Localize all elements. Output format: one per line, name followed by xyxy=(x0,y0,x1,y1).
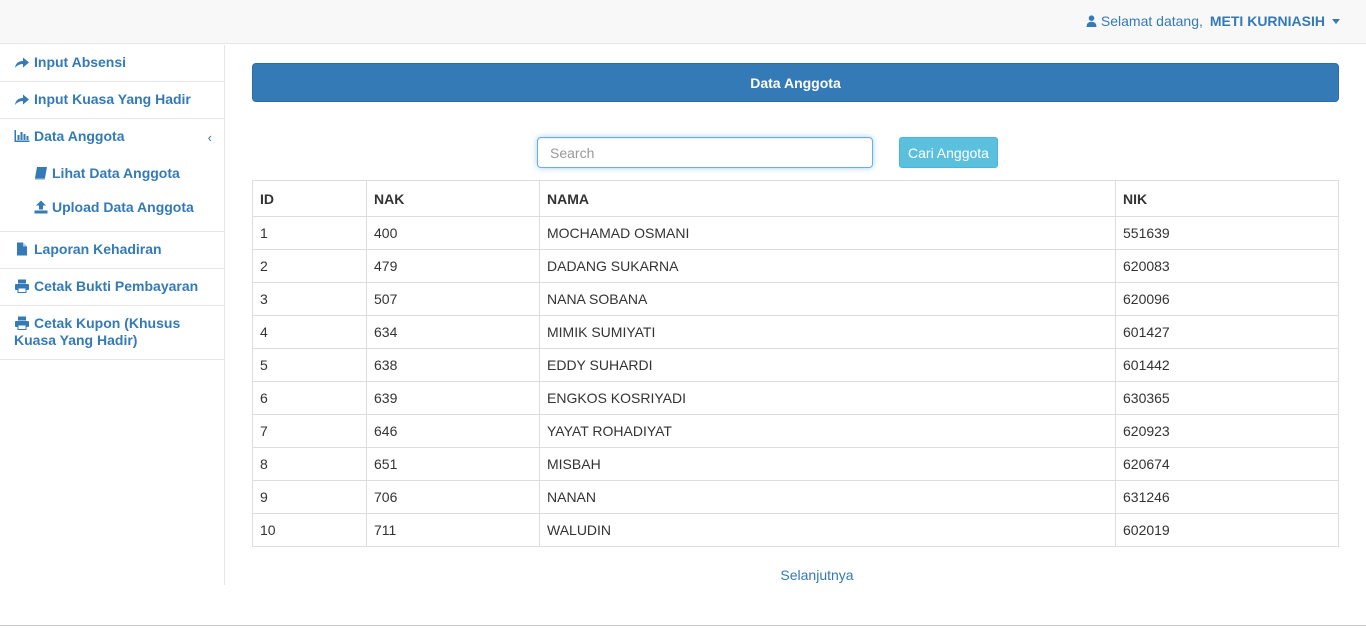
cell-nama: DADANG SUKARNA xyxy=(539,249,1116,283)
table-row: 1 400 MOCHAMAD OSMANI 551639 xyxy=(252,216,1339,250)
sidebar: Input Absensi Input Kuasa Yang Hadir Dat… xyxy=(0,45,225,585)
username: METI KURNIASIH xyxy=(1209,13,1325,29)
upload-icon xyxy=(34,200,48,214)
cell-nik: 551639 xyxy=(1115,216,1339,250)
print-icon xyxy=(15,279,29,293)
table-row: 3 507 NANA SOBANA 620096 xyxy=(252,282,1339,316)
cell-nama: NANAN xyxy=(539,480,1116,514)
cell-nama: ENGKOS KOSRIYADI xyxy=(539,381,1116,415)
sidebar-item-label: Laporan Kehadiran xyxy=(34,241,162,257)
cell-nama: EDDY SUHARDI xyxy=(539,348,1116,382)
sidebar-item-label: Input Kuasa Yang Hadir xyxy=(34,91,191,107)
cell-nik: 620674 xyxy=(1115,447,1339,481)
cell-nama: NANA SOBANA xyxy=(539,282,1116,316)
cell-nik: 602019 xyxy=(1115,513,1339,547)
cell-nik: 620083 xyxy=(1115,249,1339,283)
cell-nama: YAYAT ROHADIYAT xyxy=(539,414,1116,448)
table-row: 4 634 MIMIK SUMIYATI 601427 xyxy=(252,315,1339,349)
cell-nik: 620923 xyxy=(1115,414,1339,448)
caret-down-icon xyxy=(1332,18,1340,24)
chevron-left-icon: ‹ xyxy=(207,130,212,145)
cell-nik: 601427 xyxy=(1115,315,1339,349)
cell-nak: 646 xyxy=(366,414,540,448)
cell-id: 3 xyxy=(252,282,367,316)
page-title: Data Anggota xyxy=(252,63,1339,102)
table-row: 5 638 EDDY SUHARDI 601442 xyxy=(252,348,1339,382)
cell-id: 4 xyxy=(252,315,367,349)
column-header-id[interactable]: ID xyxy=(252,180,367,217)
sidebar-item-data-anggota[interactable]: Data Anggota ‹ xyxy=(0,119,224,155)
sidebar-subitem-upload-data[interactable]: Upload Data Anggota xyxy=(0,191,224,225)
search-button[interactable]: Cari Anggota xyxy=(899,137,998,168)
cell-nama: WALUDIN xyxy=(539,513,1116,547)
table-row: 2 479 DADANG SUKARNA 620083 xyxy=(252,249,1339,283)
sidebar-subitem-lihat-data[interactable]: Lihat Data Anggota xyxy=(0,157,224,191)
cell-nik: 631246 xyxy=(1115,480,1339,514)
table-header-row: ID NAK NAMA NIK xyxy=(252,180,1339,217)
cell-id: 9 xyxy=(252,480,367,514)
sidebar-subitem-label: Upload Data Anggota xyxy=(52,199,194,215)
cell-id: 5 xyxy=(252,348,367,382)
table-row: 9 706 NANAN 631246 xyxy=(252,480,1339,514)
main-content: Data Anggota Cari Anggota ID NAK NAMA NI… xyxy=(252,63,1339,583)
sidebar-item-cetak-bukti[interactable]: Cetak Bukti Pembayaran xyxy=(0,269,224,306)
cell-nik: 630365 xyxy=(1115,381,1339,415)
cell-id: 10 xyxy=(252,513,367,547)
cell-nak: 651 xyxy=(366,447,540,481)
share-arrow-icon xyxy=(15,57,29,68)
table-row: 6 639 ENGKOS KOSRIYADI 630365 xyxy=(252,381,1339,415)
sidebar-item-input-kuasa[interactable]: Input Kuasa Yang Hadir xyxy=(0,82,224,119)
table-row: 8 651 MISBAH 620674 xyxy=(252,447,1339,481)
cell-nama: MIMIK SUMIYATI xyxy=(539,315,1116,349)
file-icon xyxy=(17,242,27,256)
divider xyxy=(0,625,1366,626)
bar-chart-icon xyxy=(14,130,30,142)
cell-id: 2 xyxy=(252,249,367,283)
cell-nak: 638 xyxy=(366,348,540,382)
cell-nak: 706 xyxy=(366,480,540,514)
cell-nak: 400 xyxy=(366,216,540,250)
cell-nak: 507 xyxy=(366,282,540,316)
book-icon xyxy=(35,167,47,180)
next-page-link[interactable]: Selanjutnya xyxy=(252,567,1366,583)
greeting-text: Selamat datang, xyxy=(1100,13,1203,29)
sidebar-item-cetak-kupon[interactable]: Cetak Kupon (Khusus Kuasa Yang Hadir) xyxy=(0,306,224,360)
cell-nak: 711 xyxy=(366,513,540,547)
column-header-nak[interactable]: NAK xyxy=(366,180,540,217)
cell-id: 7 xyxy=(252,414,367,448)
user-menu-dropdown[interactable]: Selamat datang, METI KURNIASIH xyxy=(1086,13,1340,29)
sidebar-item-label: Cetak Bukti Pembayaran xyxy=(34,278,199,294)
sidebar-subitem-label: Lihat Data Anggota xyxy=(52,165,180,181)
cell-id: 1 xyxy=(252,216,367,250)
cell-id: 8 xyxy=(252,447,367,481)
top-navbar: Selamat datang, METI KURNIASIH xyxy=(0,0,1366,44)
print-icon xyxy=(15,316,29,330)
cell-nama: MOCHAMAD OSMANI xyxy=(539,216,1116,250)
table-row: 7 646 YAYAT ROHADIYAT 620923 xyxy=(252,414,1339,448)
search-input[interactable] xyxy=(537,137,873,168)
cell-nak: 479 xyxy=(366,249,540,283)
cell-nak: 634 xyxy=(366,315,540,349)
members-table: ID NAK NAMA NIK 1 400 MOCHAMAD OSMANI 55163… xyxy=(252,180,1339,547)
sidebar-item-input-absensi[interactable]: Input Absensi xyxy=(0,45,224,82)
cell-id: 6 xyxy=(252,381,367,415)
user-icon xyxy=(1086,15,1097,27)
cell-nama: MISBAH xyxy=(539,447,1116,481)
table-row: 10 711 WALUDIN 602019 xyxy=(252,513,1339,547)
sidebar-item-label: Data Anggota xyxy=(34,128,125,144)
cell-nik: 620096 xyxy=(1115,282,1339,316)
sidebar-item-label: Input Absensi xyxy=(34,54,127,70)
cell-nak: 639 xyxy=(366,381,540,415)
column-header-nik[interactable]: NIK xyxy=(1115,180,1339,217)
share-arrow-icon xyxy=(15,94,29,105)
cell-nik: 601442 xyxy=(1115,348,1339,382)
column-header-nama[interactable]: NAMA xyxy=(539,180,1116,217)
sidebar-submenu: Lihat Data Anggota Upload Data Anggota xyxy=(0,155,224,232)
sidebar-item-label: Cetak Kupon (Khusus Kuasa Yang Hadir) xyxy=(14,315,181,348)
sidebar-item-laporan-kehadiran[interactable]: Laporan Kehadiran xyxy=(0,232,224,269)
